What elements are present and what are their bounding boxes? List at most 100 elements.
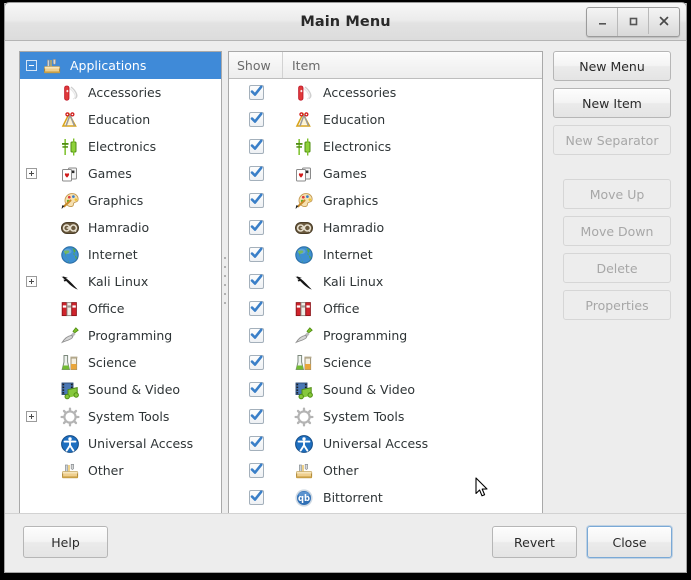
list-row[interactable]: Programming <box>229 322 542 349</box>
item-cell[interactable]: Kali Linux <box>283 271 542 293</box>
tree-row[interactable]: Education <box>20 106 221 133</box>
list-row[interactable]: Hamradio <box>229 214 542 241</box>
list-row[interactable]: qb Bittorrent <box>229 484 542 511</box>
show-checkbox[interactable] <box>248 220 264 235</box>
show-checkbox[interactable] <box>248 301 264 316</box>
item-cell[interactable]: qb Bittorrent <box>283 487 542 509</box>
maximize-icon[interactable] <box>618 8 649 34</box>
minimize-icon[interactable] <box>587 8 618 36</box>
tree-row[interactable]: Universal Access <box>20 430 221 457</box>
show-checkbox[interactable] <box>248 328 264 343</box>
show-cell[interactable] <box>229 301 283 316</box>
list-row[interactable]: Science <box>229 349 542 376</box>
list-row[interactable]: Accessories <box>229 79 542 106</box>
close-icon[interactable] <box>649 8 679 34</box>
show-cell[interactable] <box>229 220 283 235</box>
item-cell[interactable]: Internet <box>283 244 542 266</box>
show-cell[interactable] <box>229 490 283 505</box>
tree-row[interactable]: Games <box>20 160 221 187</box>
show-checkbox[interactable] <box>248 490 264 505</box>
item-cell[interactable]: Graphics <box>283 190 542 212</box>
show-cell[interactable] <box>229 112 283 127</box>
new-menu-button[interactable]: New Menu <box>553 51 671 81</box>
list-row[interactable]: Games <box>229 160 542 187</box>
menu-tree-panel[interactable]: Applications Accessories Education Elect… <box>19 51 222 514</box>
menu-item-list-panel[interactable]: Show Item Accessories Education Electron… <box>228 51 543 514</box>
list-row[interactable]: System Tools <box>229 403 542 430</box>
list-row[interactable]: Electronics <box>229 133 542 160</box>
show-cell[interactable] <box>229 355 283 370</box>
close-button[interactable]: Close <box>587 526 672 558</box>
list-row[interactable]: Education <box>229 106 542 133</box>
show-cell[interactable] <box>229 463 283 478</box>
item-cell[interactable]: Programming <box>283 325 542 347</box>
show-checkbox[interactable] <box>248 247 264 262</box>
column-header-item[interactable]: Item <box>283 52 542 78</box>
tree-row[interactable]: Graphics <box>20 187 221 214</box>
new-item-button[interactable]: New Item <box>553 88 671 118</box>
show-checkbox[interactable] <box>248 436 264 451</box>
show-cell[interactable] <box>229 139 283 154</box>
tree-expander-minus-icon[interactable] <box>22 60 40 71</box>
item-cell[interactable]: Electronics <box>283 136 542 158</box>
tree-row-label: Programming <box>88 328 173 343</box>
show-cell[interactable] <box>229 328 283 343</box>
window-titlebar[interactable]: Main Menu <box>4 2 687 41</box>
show-checkbox[interactable] <box>248 85 264 100</box>
list-row[interactable]: Sound & Video <box>229 376 542 403</box>
item-cell[interactable]: System Tools <box>283 406 542 428</box>
item-cell[interactable]: Hamradio <box>283 217 542 239</box>
tree-row-label: Internet <box>88 247 138 262</box>
tree-row[interactable]: Internet <box>20 241 221 268</box>
show-cell[interactable] <box>229 274 283 289</box>
help-button[interactable]: Help <box>23 526 108 558</box>
list-row[interactable]: Other <box>229 457 542 484</box>
tree-row[interactable]: Other <box>20 457 221 484</box>
show-checkbox[interactable] <box>248 382 264 397</box>
item-cell[interactable]: Science <box>283 352 542 374</box>
tree-row[interactable]: Sound & Video <box>20 376 221 403</box>
item-cell[interactable]: Sound & Video <box>283 379 542 401</box>
show-checkbox[interactable] <box>248 139 264 154</box>
list-row[interactable]: Kali Linux <box>229 268 542 295</box>
tree-row[interactable]: System Tools <box>20 403 221 430</box>
item-cell[interactable]: Games <box>283 163 542 185</box>
show-checkbox[interactable] <box>248 355 264 370</box>
column-header-show[interactable]: Show <box>229 52 283 78</box>
list-row[interactable]: Universal Access <box>229 430 542 457</box>
show-checkbox[interactable] <box>248 166 264 181</box>
show-cell[interactable] <box>229 247 283 262</box>
tree-row[interactable]: Programming <box>20 322 221 349</box>
show-cell[interactable] <box>229 85 283 100</box>
tree-expander-plus-icon[interactable] <box>22 276 40 287</box>
other-applications-icon <box>58 460 82 482</box>
show-cell[interactable] <box>229 166 283 181</box>
show-cell[interactable] <box>229 436 283 451</box>
revert-button[interactable]: Revert <box>492 526 577 558</box>
item-cell[interactable]: Office <box>283 298 542 320</box>
tree-row[interactable]: Electronics <box>20 133 221 160</box>
show-checkbox[interactable] <box>248 112 264 127</box>
item-cell[interactable]: Accessories <box>283 82 542 104</box>
tree-row[interactable]: Kali Linux <box>20 268 221 295</box>
show-cell[interactable] <box>229 409 283 424</box>
tree-expander-plus-icon[interactable] <box>22 168 40 179</box>
tree-row[interactable]: Office <box>20 295 221 322</box>
item-cell[interactable]: Education <box>283 109 542 131</box>
list-row[interactable]: Internet <box>229 241 542 268</box>
list-row[interactable]: Graphics <box>229 187 542 214</box>
show-checkbox[interactable] <box>248 274 264 289</box>
item-cell[interactable]: Universal Access <box>283 433 542 455</box>
show-checkbox[interactable] <box>248 193 264 208</box>
tree-row[interactable]: Science <box>20 349 221 376</box>
show-checkbox[interactable] <box>248 463 264 478</box>
tree-row[interactable]: Accessories <box>20 79 221 106</box>
show-cell[interactable] <box>229 382 283 397</box>
list-row[interactable]: Office <box>229 295 542 322</box>
show-cell[interactable] <box>229 193 283 208</box>
show-checkbox[interactable] <box>248 409 264 424</box>
tree-row-root[interactable]: Applications <box>20 52 221 79</box>
item-cell[interactable]: Other <box>283 460 542 482</box>
tree-row[interactable]: Hamradio <box>20 214 221 241</box>
tree-expander-plus-icon[interactable] <box>22 411 40 422</box>
